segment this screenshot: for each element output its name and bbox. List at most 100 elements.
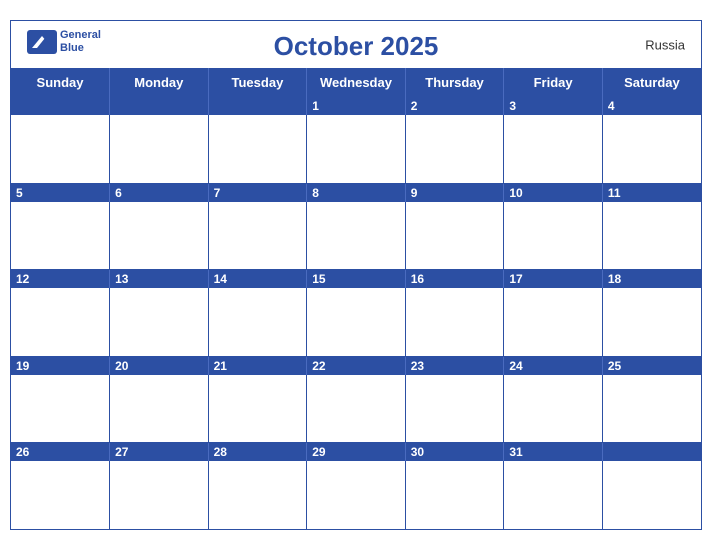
day-header-tuesday: Tuesday xyxy=(208,68,307,97)
date-cell-w5-d4 xyxy=(307,461,406,529)
date-num-w1-d5: 2 xyxy=(405,97,504,115)
date-num-w2-d6: 10 xyxy=(504,183,603,202)
date-cell-w2-d4 xyxy=(307,202,406,270)
week-body-row-3 xyxy=(11,288,701,356)
date-num-w1-d4: 1 xyxy=(307,97,406,115)
date-cell-w1-d6 xyxy=(504,115,603,183)
week-num-row-1: 1234 xyxy=(11,97,701,115)
date-cell-w2-d3 xyxy=(208,202,307,270)
day-header-friday: Friday xyxy=(504,68,603,97)
week-num-row-4: 19202122232425 xyxy=(11,356,701,375)
week-num-row-2: 567891011 xyxy=(11,183,701,202)
date-cell-w3-d3 xyxy=(208,288,307,356)
date-num-w5-d5: 30 xyxy=(405,443,504,462)
date-num-w1-d1 xyxy=(11,97,110,115)
date-cell-w3-d5 xyxy=(405,288,504,356)
date-num-w2-d5: 9 xyxy=(405,183,504,202)
calendar-title: October 2025 xyxy=(274,31,439,62)
day-header-sunday: Sunday xyxy=(11,68,110,97)
date-num-w4-d5: 23 xyxy=(405,356,504,375)
date-cell-w5-d3 xyxy=(208,461,307,529)
date-num-w3-d5: 16 xyxy=(405,270,504,289)
date-cell-w4-d4 xyxy=(307,375,406,443)
date-cell-w1-d1 xyxy=(11,115,110,183)
date-num-w5-d2: 27 xyxy=(110,443,209,462)
date-num-w3-d6: 17 xyxy=(504,270,603,289)
date-cell-w4-d6 xyxy=(504,375,603,443)
date-num-w3-d1: 12 xyxy=(11,270,110,289)
date-num-w3-d2: 13 xyxy=(110,270,209,289)
date-cell-w2-d5 xyxy=(405,202,504,270)
date-num-w5-d1: 26 xyxy=(11,443,110,462)
date-num-w1-d7: 4 xyxy=(602,97,701,115)
date-cell-w1-d4 xyxy=(307,115,406,183)
logo-icon xyxy=(27,30,57,54)
day-header-saturday: Saturday xyxy=(602,68,701,97)
date-cell-w5-d7 xyxy=(602,461,701,529)
date-cell-w1-d5 xyxy=(405,115,504,183)
date-num-w2-d7: 11 xyxy=(602,183,701,202)
logo-blue-text: Blue xyxy=(60,42,101,55)
date-cell-w1-d7 xyxy=(602,115,701,183)
date-num-w3-d4: 15 xyxy=(307,270,406,289)
days-header-row: Sunday Monday Tuesday Wednesday Thursday… xyxy=(11,68,701,97)
date-cell-w4-d1 xyxy=(11,375,110,443)
date-num-w5-d3: 28 xyxy=(208,443,307,462)
logo-general-text: General xyxy=(60,29,101,42)
day-header-monday: Monday xyxy=(110,68,209,97)
week-num-row-5: 262728293031 xyxy=(11,443,701,462)
date-num-w2-d1: 5 xyxy=(11,183,110,202)
date-cell-w3-d7 xyxy=(602,288,701,356)
date-cell-w2-d6 xyxy=(504,202,603,270)
date-num-w5-d4: 29 xyxy=(307,443,406,462)
date-num-w5-d6: 31 xyxy=(504,443,603,462)
date-cell-w4-d5 xyxy=(405,375,504,443)
day-header-thursday: Thursday xyxy=(405,68,504,97)
date-cell-w4-d3 xyxy=(208,375,307,443)
date-num-w2-d2: 6 xyxy=(110,183,209,202)
date-cell-w2-d2 xyxy=(110,202,209,270)
date-num-w2-d3: 7 xyxy=(208,183,307,202)
date-num-w1-d6: 3 xyxy=(504,97,603,115)
logo-area: General Blue xyxy=(27,29,101,55)
date-num-w4-d6: 24 xyxy=(504,356,603,375)
logo-wrapper: General Blue xyxy=(27,29,101,55)
week-body-row-1 xyxy=(11,115,701,183)
week-body-row-2 xyxy=(11,202,701,270)
date-num-w1-d3 xyxy=(208,97,307,115)
date-cell-w5-d5 xyxy=(405,461,504,529)
calendar-table: Sunday Monday Tuesday Wednesday Thursday… xyxy=(11,68,701,529)
date-num-w4-d4: 22 xyxy=(307,356,406,375)
date-cell-w5-d6 xyxy=(504,461,603,529)
date-cell-w1-d2 xyxy=(110,115,209,183)
date-cell-w5-d1 xyxy=(11,461,110,529)
date-cell-w2-d7 xyxy=(602,202,701,270)
date-num-w5-d7 xyxy=(602,443,701,462)
day-header-wednesday: Wednesday xyxy=(307,68,406,97)
date-cell-w4-d7 xyxy=(602,375,701,443)
date-num-w4-d2: 20 xyxy=(110,356,209,375)
week-num-row-3: 12131415161718 xyxy=(11,270,701,289)
date-cell-w5-d2 xyxy=(110,461,209,529)
calendar-body: 1234567891011121314151617181920212223242… xyxy=(11,97,701,529)
date-num-w3-d7: 18 xyxy=(602,270,701,289)
date-cell-w3-d2 xyxy=(110,288,209,356)
calendar: General Blue October 2025 Russia Sunday … xyxy=(10,20,702,530)
date-cell-w3-d1 xyxy=(11,288,110,356)
date-num-w1-d2 xyxy=(110,97,209,115)
date-num-w4-d1: 19 xyxy=(11,356,110,375)
date-cell-w4-d2 xyxy=(110,375,209,443)
country-label: Russia xyxy=(645,37,685,52)
week-body-row-5 xyxy=(11,461,701,529)
date-cell-w3-d4 xyxy=(307,288,406,356)
calendar-header: General Blue October 2025 Russia xyxy=(11,21,701,68)
date-cell-w1-d3 xyxy=(208,115,307,183)
date-num-w2-d4: 8 xyxy=(307,183,406,202)
date-num-w4-d7: 25 xyxy=(602,356,701,375)
date-cell-w3-d6 xyxy=(504,288,603,356)
date-num-w4-d3: 21 xyxy=(208,356,307,375)
week-body-row-4 xyxy=(11,375,701,443)
logo-text: General Blue xyxy=(60,29,101,55)
date-cell-w2-d1 xyxy=(11,202,110,270)
date-num-w3-d3: 14 xyxy=(208,270,307,289)
